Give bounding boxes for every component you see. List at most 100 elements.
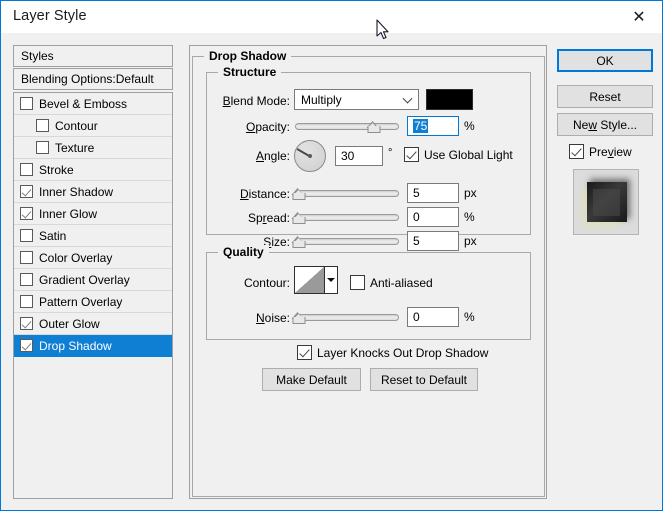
page-title: Layer Style: [13, 8, 87, 24]
anti-aliased-label: Anti-aliased: [370, 275, 433, 290]
sidebar-item-label: Pattern Overlay: [39, 294, 123, 309]
effect-checkbox[interactable]: [20, 295, 33, 308]
sidebar-item-contour[interactable]: Contour: [14, 115, 172, 137]
sidebar-item-label: Contour: [55, 118, 98, 133]
blend-mode-value: Multiply: [301, 92, 342, 107]
layer-knocks-out-label: Layer Knocks Out Drop Shadow: [317, 345, 489, 360]
noise-slider[interactable]: [291, 309, 399, 325]
reset-button[interactable]: Reset: [557, 85, 653, 108]
sidebar-item-bevel-emboss[interactable]: Bevel & Emboss: [14, 93, 172, 115]
angle-unit: °: [388, 147, 393, 159]
sidebar-item-label: Outer Glow: [39, 316, 100, 331]
opacity-unit: %: [464, 119, 475, 133]
effect-checkbox[interactable]: [20, 97, 33, 110]
effect-checkbox[interactable]: [20, 185, 33, 198]
sidebar-item-inner-shadow[interactable]: Inner Shadow: [14, 181, 172, 203]
slider-track: [295, 314, 399, 321]
slider-thumb[interactable]: [291, 236, 306, 248]
layer-knocks-out-checkbox[interactable]: Layer Knocks Out Drop Shadow: [297, 345, 488, 360]
distance-slider[interactable]: [291, 185, 399, 201]
sidebar-item-label: Color Overlay: [39, 250, 113, 265]
make-default-button[interactable]: Make Default: [262, 368, 361, 391]
blending-options-label: Blending Options:Default: [21, 72, 154, 86]
effect-checkbox[interactable]: [36, 141, 49, 154]
title-bar: Layer Style ✕: [1, 1, 662, 33]
layer-style-dialog: Layer Style ✕ Styles Blending Options:De…: [0, 0, 663, 511]
opacity-label: Opacity:: [245, 120, 290, 134]
slider-thumb[interactable]: [291, 188, 306, 200]
opacity-slider[interactable]: [295, 118, 399, 134]
slider-track: [295, 238, 399, 245]
slider-thumb[interactable]: [291, 212, 306, 224]
size-input[interactable]: 5: [407, 231, 459, 251]
opacity-input[interactable]: 75: [407, 116, 459, 136]
sidebar-item-stroke[interactable]: Stroke: [14, 159, 172, 181]
size-slider[interactable]: [291, 233, 399, 249]
use-global-light-label: Use Global Light: [424, 147, 513, 162]
close-icon[interactable]: ✕: [616, 1, 662, 32]
make-default-label: Make Default: [276, 372, 347, 387]
styles-label: Styles: [21, 49, 54, 63]
sidebar-item-label: Bevel & Emboss: [39, 96, 128, 111]
slider-thumb[interactable]: [291, 312, 306, 324]
mouse-cursor: [376, 19, 389, 40]
sidebar-item-outer-glow[interactable]: Outer Glow: [14, 313, 172, 335]
effect-checkbox[interactable]: [20, 207, 33, 220]
effect-checkbox[interactable]: [20, 163, 33, 176]
size-value: 5: [413, 234, 420, 248]
chevron-down-icon[interactable]: [325, 267, 337, 293]
sidebar-item-label: Inner Glow: [39, 206, 98, 221]
angle-dial[interactable]: [294, 140, 326, 172]
dialog-buttons-panel: OK Reset New Style... Preview: [557, 45, 653, 245]
sidebar-item-color-overlay[interactable]: Color Overlay: [14, 247, 172, 269]
quality-group: [206, 252, 531, 340]
new-style-button[interactable]: New Style...: [557, 113, 653, 136]
size-unit: px: [464, 234, 477, 248]
spread-value: 0: [413, 210, 420, 224]
noise-input[interactable]: 0: [407, 307, 459, 327]
ok-button[interactable]: OK: [557, 49, 653, 72]
sidebar-item-styles[interactable]: Styles: [13, 45, 173, 67]
angle-input[interactable]: 30: [335, 146, 383, 166]
slider-track: [295, 123, 399, 130]
spread-unit: %: [464, 210, 475, 224]
contour-label: Contour:: [243, 276, 290, 290]
preview-label: Preview: [589, 144, 632, 159]
sidebar-item-blending-options[interactable]: Blending Options:Default: [13, 68, 173, 90]
effect-checkbox[interactable]: [20, 317, 33, 330]
effect-checkbox[interactable]: [20, 339, 33, 352]
sidebar-item-label: Satin: [39, 228, 67, 243]
effect-checkbox[interactable]: [36, 119, 49, 132]
preview-checkbox[interactable]: Preview: [569, 144, 632, 159]
checkbox-box: [569, 144, 584, 159]
effect-checkbox[interactable]: [20, 229, 33, 242]
sidebar-item-pattern-overlay[interactable]: Pattern Overlay: [14, 291, 172, 313]
structure-group-title: Structure: [218, 65, 282, 79]
chevron-down-icon: [402, 93, 413, 104]
styles-sidebar: Styles Blending Options:Default Bevel & …: [13, 45, 173, 499]
effects-list[interactable]: Bevel & Emboss Contour Texture Stroke Inner …: [13, 92, 173, 499]
effect-checkbox[interactable]: [20, 273, 33, 286]
effect-checkbox[interactable]: [20, 251, 33, 264]
sidebar-item-satin[interactable]: Satin: [14, 225, 172, 247]
slider-thumb[interactable]: [366, 121, 381, 133]
distance-value: 5: [413, 186, 420, 200]
sidebar-item-gradient-overlay[interactable]: Gradient Overlay: [14, 269, 172, 291]
slider-track: [295, 214, 399, 221]
noise-unit: %: [464, 310, 475, 324]
spread-slider[interactable]: [291, 209, 399, 225]
spread-input[interactable]: 0: [407, 207, 459, 227]
quality-group-title: Quality: [218, 245, 269, 259]
distance-input[interactable]: 5: [407, 183, 459, 203]
new-style-label: New Style...: [572, 117, 638, 132]
angle-value: 30: [341, 149, 355, 163]
sidebar-item-drop-shadow[interactable]: Drop Shadow: [14, 335, 172, 357]
reset-to-default-button[interactable]: Reset to Default: [370, 368, 478, 391]
blend-mode-select[interactable]: Multiply: [294, 89, 419, 110]
use-global-light-checkbox[interactable]: Use Global Light: [404, 147, 513, 162]
sidebar-item-texture[interactable]: Texture: [14, 137, 172, 159]
anti-aliased-checkbox[interactable]: Anti-aliased: [350, 275, 433, 290]
shadow-color-swatch[interactable]: [426, 89, 473, 110]
sidebar-item-inner-glow[interactable]: Inner Glow: [14, 203, 172, 225]
contour-select[interactable]: [294, 266, 338, 294]
